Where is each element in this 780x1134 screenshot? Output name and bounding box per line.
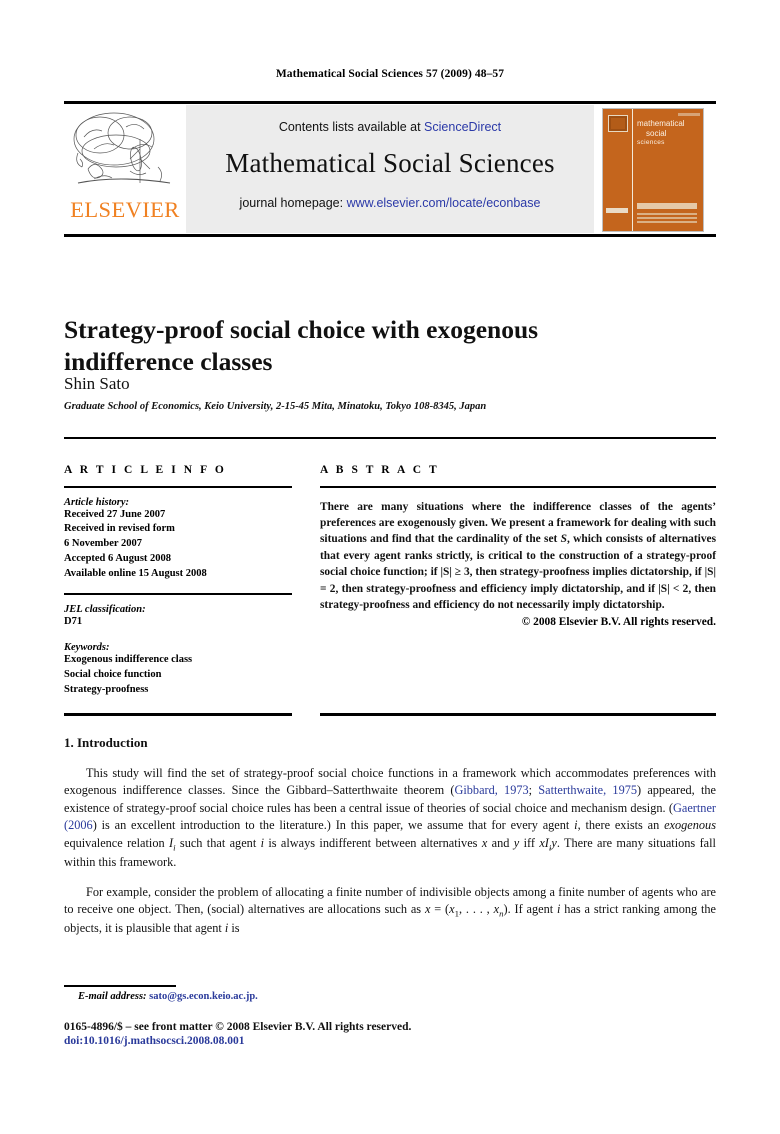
keyword-item: Social choice function [64, 669, 162, 681]
elsevier-wordmark: ELSEVIER [70, 197, 180, 222]
journal-cover-thumbnail: mathematical social sciences [602, 108, 704, 232]
journal-homepage-link[interactable]: www.elsevier.com/locate/econbase [347, 196, 541, 210]
abstract-column: A B S T R A C T There are many situation… [320, 464, 716, 628]
keywords-label: Keywords: [64, 642, 110, 654]
history-available-online: Available online 15 August 2008 [64, 568, 207, 580]
history-revised-date: 6 November 2007 [64, 538, 142, 550]
masthead-bottom-rule [64, 234, 716, 237]
cover-spine-mark [606, 208, 628, 213]
masthead-band: Contents lists available at ScienceDirec… [186, 105, 594, 233]
sciencedirect-link[interactable]: ScienceDirect [424, 120, 501, 134]
info-divider-rule [64, 593, 292, 595]
author-name: Shin Sato [64, 374, 130, 393]
jel-label: JEL classification: [64, 603, 146, 615]
cover-title-line2: social [646, 129, 667, 139]
section-title: Introduction [77, 735, 148, 750]
keyword-item: Exogenous indifference class [64, 654, 193, 666]
keywords-block: Keywords: Exogenous indifference class S… [64, 642, 292, 698]
cover-thumb-inner [611, 118, 625, 129]
p1-f: equivalence relation [64, 835, 169, 850]
homepage-prefix: journal homepage: [239, 196, 347, 210]
contents-available-line: Contents lists available at ScienceDirec… [186, 120, 594, 134]
footnote-email: E-mail address: sato@gs.econ.keio.ac.jp. [78, 991, 678, 1002]
citation-satterthwaite[interactable]: Satterthwaite, 1975 [538, 783, 637, 797]
running-head: Mathematical Social Sciences 57 (2009) 4… [275, 68, 505, 80]
jel-value: D71 [64, 615, 83, 627]
article-history-label: Article history: [64, 496, 130, 508]
info-bottom-rule [64, 713, 292, 716]
cover-corner-mark [678, 113, 700, 116]
abstract-text: There are many situations where the indi… [320, 499, 716, 614]
history-revised-form: Received in revised form [64, 523, 175, 535]
abstract-copyright: © 2008 Elsevier B.V. All rights reserved… [521, 616, 716, 629]
cover-title: mathematical social sciences [637, 119, 699, 148]
abstract-heading: A B S T R A C T [320, 464, 440, 476]
article-info-column: A R T I C L E I N F O Article history: R… [64, 464, 292, 698]
var-xIy: xI [539, 835, 549, 850]
intro-paragraph-1: This study will find the set of strategy… [64, 765, 716, 871]
elsevier-tree-icon [70, 109, 178, 195]
journal-homepage-line: journal homepage: www.elsevier.com/locat… [186, 196, 594, 210]
author-affiliation: Graduate School of Economics, Keio Unive… [64, 401, 487, 412]
p2-b: ). If agent [503, 902, 558, 917]
p2-d: is [228, 921, 240, 936]
citation-gibbard[interactable]: Gibbard, 1973 [454, 783, 528, 797]
journal-title: Mathematical Social Sciences [225, 148, 555, 178]
introduction-section: 1. Introduction This study will find the… [64, 735, 716, 950]
journal-masthead: ELSEVIER Contents lists available at Sci… [64, 101, 716, 237]
section-number: 1. [64, 735, 74, 750]
p1-b: ; [528, 783, 539, 798]
section-heading-introduction: 1. Introduction [64, 735, 716, 751]
em-exogenous: exogenous [664, 818, 716, 833]
p1-g: such that agent [175, 835, 261, 850]
p1-e: , there exists an [577, 818, 665, 833]
p1-j: iff [519, 835, 540, 850]
jel-block: JEL classification: D71 [64, 604, 292, 630]
cover-title-line3: sciences [637, 139, 665, 147]
page-title: Strategy-proof social choice with exogen… [64, 315, 539, 376]
cover-banner [637, 203, 697, 209]
keyword-item: Strategy-proofness [64, 684, 149, 696]
paper-page: Mathematical Social Sciences 57 (2009) 4… [0, 0, 780, 1134]
intro-paragraph-2: For example, consider the problem of all… [64, 884, 716, 938]
p2-eq: = ( [430, 902, 450, 917]
cover-thumb-image [608, 115, 628, 132]
cover-title-line1: mathematical [637, 119, 685, 128]
info-section-top-rule [64, 437, 716, 439]
p1-h: is always indifferent between alternativ… [264, 835, 482, 850]
masthead-top-rule [64, 101, 716, 104]
abstract-bottom-rule [320, 713, 716, 716]
issn-copyright-line: 0165-4896/$ – see front matter © 2008 El… [64, 1021, 412, 1033]
footnote-rule [64, 985, 176, 987]
history-received: Received 27 June 2007 [64, 508, 166, 520]
article-info-heading: A R T I C L E I N F O [64, 464, 227, 476]
doi-link[interactable]: doi:10.1016/j.mathsocsci.2008.08.001 [64, 1035, 716, 1047]
abstract-rule [320, 486, 716, 488]
p2-dots: , . . . , [459, 902, 494, 917]
bottom-matter: 0165-4896/$ – see front matter © 2008 El… [64, 1021, 716, 1047]
elsevier-logo: ELSEVIER [68, 109, 182, 229]
footnote-email-label: E-mail address: [78, 991, 147, 1002]
history-accepted: Accepted 6 August 2008 [64, 553, 172, 565]
article-history-block: Article history: Received 27 June 2007 R… [64, 497, 292, 583]
footnote-email-link[interactable]: sato@gs.econ.keio.ac.jp. [149, 991, 258, 1002]
article-info-rule [64, 486, 292, 488]
p1-i: and [487, 835, 514, 850]
contents-prefix: Contents lists available at [278, 120, 425, 134]
cover-footer-lines [637, 213, 697, 225]
p1-d: ) is an excellent introduction to the li… [92, 818, 575, 833]
